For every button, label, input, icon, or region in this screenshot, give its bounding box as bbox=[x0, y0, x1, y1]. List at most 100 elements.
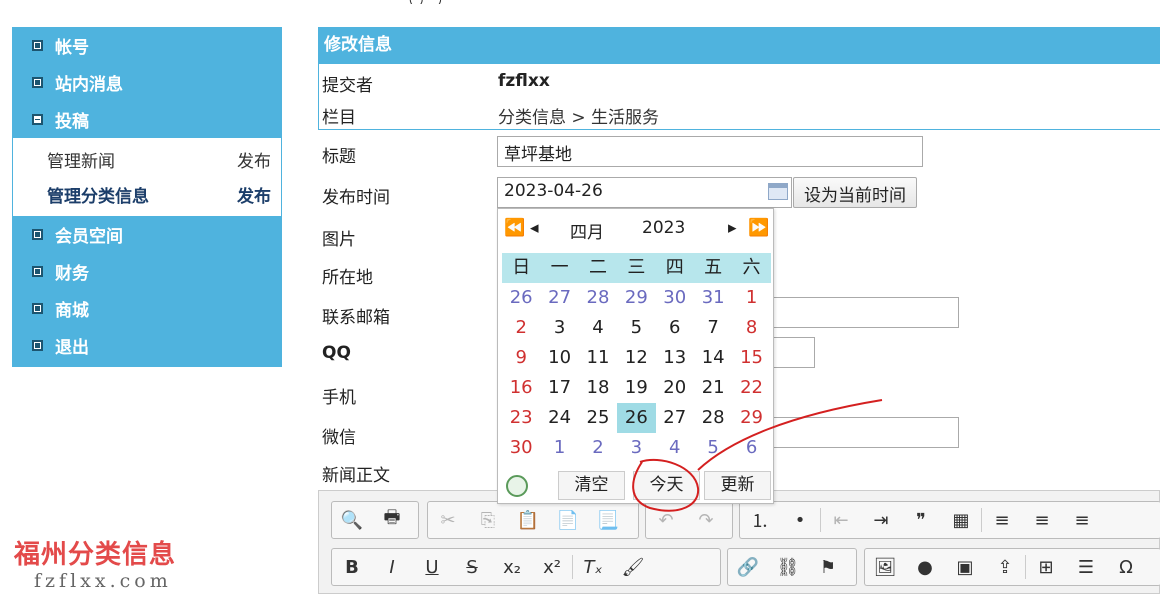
today-button[interactable]: 今天 bbox=[633, 471, 700, 500]
pubtime-input[interactable]: 2023-04-26 bbox=[497, 177, 792, 208]
calendar-day[interactable]: 12 bbox=[617, 343, 655, 373]
redo-icon[interactable]: ↷ bbox=[686, 510, 726, 531]
calendar-day[interactable]: 1 bbox=[540, 433, 578, 463]
undo-icon[interactable]: ↶ bbox=[646, 510, 686, 531]
calendar-day[interactable]: 3 bbox=[617, 433, 655, 463]
print-icon[interactable]: 🖶 bbox=[372, 505, 412, 535]
title-input[interactable]: 草坪基地 bbox=[497, 136, 923, 167]
publish-classified-link[interactable]: 发布 bbox=[237, 182, 271, 207]
calendar-day[interactable]: 3 bbox=[540, 313, 578, 343]
publish-news-link[interactable]: 发布 bbox=[237, 147, 271, 172]
calendar-icon[interactable] bbox=[768, 183, 788, 200]
wechat-input[interactable] bbox=[772, 417, 959, 448]
calendar-day[interactable]: 22 bbox=[732, 373, 770, 403]
sidebar-group-member-space[interactable]: 会员空间 bbox=[12, 216, 282, 253]
link-icon[interactable]: 🔗 bbox=[728, 557, 768, 578]
upload-icon[interactable]: ⇪ bbox=[985, 557, 1025, 578]
next-year-icon[interactable]: ⏩ bbox=[748, 218, 769, 238]
calendar-day[interactable]: 16 bbox=[502, 373, 540, 403]
prev-year-icon[interactable]: ⏪ bbox=[504, 218, 525, 238]
calendar-day[interactable]: 24 bbox=[540, 403, 578, 433]
remove-format-icon[interactable]: Tₓ bbox=[573, 557, 613, 578]
horizontal-rule-icon[interactable]: ☰ bbox=[1066, 557, 1106, 578]
image-icon[interactable]: 🖼 bbox=[865, 557, 905, 578]
calendar-day[interactable]: 19 bbox=[617, 373, 655, 403]
calendar-day[interactable]: 9 bbox=[502, 343, 540, 373]
calendar-day[interactable]: 4 bbox=[579, 313, 617, 343]
calendar-day[interactable]: 31 bbox=[694, 283, 732, 313]
set-now-button[interactable]: 设为当前时间 bbox=[793, 177, 917, 208]
calendar-day[interactable]: 15 bbox=[732, 343, 770, 373]
calendar-day[interactable]: 13 bbox=[656, 343, 694, 373]
calendar-day[interactable]: 27 bbox=[656, 403, 694, 433]
calendar-day[interactable]: 7 bbox=[694, 313, 732, 343]
flash-icon[interactable]: ● bbox=[905, 557, 945, 578]
bulleted-list-icon[interactable]: • bbox=[780, 510, 820, 531]
calendar-day[interactable]: 18 bbox=[579, 373, 617, 403]
superscript-icon[interactable]: x² bbox=[532, 557, 572, 578]
sidebar-group-messages[interactable]: 站内消息 bbox=[12, 64, 282, 101]
calendar-day[interactable]: 25 bbox=[579, 403, 617, 433]
update-button[interactable]: 更新 bbox=[704, 471, 771, 500]
preview-icon[interactable]: 🔍 bbox=[332, 510, 372, 531]
calendar-day[interactable]: 29 bbox=[732, 403, 770, 433]
manage-classified-link[interactable]: 管理分类信息 bbox=[47, 182, 149, 207]
calendar-day[interactable]: 4 bbox=[656, 433, 694, 463]
calendar-day[interactable]: 28 bbox=[694, 403, 732, 433]
unlink-icon[interactable]: ⛓ bbox=[768, 557, 808, 578]
sidebar-group-account[interactable]: 帐号 bbox=[12, 27, 282, 64]
strike-icon[interactable]: S bbox=[452, 557, 492, 578]
next-month-icon[interactable]: ▸ bbox=[728, 218, 737, 238]
calendar-day[interactable]: 27 bbox=[540, 283, 578, 313]
calendar-day[interactable]: 23 bbox=[502, 403, 540, 433]
prev-month-icon[interactable]: ◂ bbox=[530, 218, 539, 238]
calendar-day[interactable]: 5 bbox=[617, 313, 655, 343]
align-center-icon[interactable]: ≡ bbox=[1022, 510, 1062, 531]
cut-icon[interactable]: ✂ bbox=[428, 510, 468, 531]
sidebar-group-shop[interactable]: 商城 bbox=[12, 290, 282, 327]
calendar-day[interactable]: 2 bbox=[579, 433, 617, 463]
outdent-icon[interactable]: ⇤ bbox=[821, 510, 861, 531]
indent-icon[interactable]: ⇥ bbox=[861, 510, 901, 531]
table-icon[interactable]: ⊞ bbox=[1026, 557, 1066, 578]
email-input[interactable] bbox=[772, 297, 959, 328]
calendar-day[interactable]: 11 bbox=[579, 343, 617, 373]
blockquote-icon[interactable]: ❞ bbox=[901, 510, 941, 531]
selected-day[interactable]: 26 bbox=[617, 403, 656, 433]
format-painter-icon[interactable]: 🖌 bbox=[613, 557, 653, 578]
sidebar-group-submit[interactable]: 投稿 bbox=[12, 101, 282, 138]
calendar-day[interactable]: 30 bbox=[502, 433, 540, 463]
subscript-icon[interactable]: x₂ bbox=[492, 557, 532, 578]
calendar-day[interactable]: 5 bbox=[694, 433, 732, 463]
align-right-icon[interactable]: ≡ bbox=[1062, 510, 1102, 531]
div-icon[interactable]: ▦ bbox=[941, 510, 981, 531]
special-char-icon[interactable]: Ω bbox=[1106, 557, 1146, 578]
calendar-day[interactable]: 6 bbox=[732, 433, 770, 463]
calendar-day[interactable]: 21 bbox=[694, 373, 732, 403]
clock-icon[interactable] bbox=[506, 475, 528, 497]
bold-icon[interactable]: B bbox=[332, 557, 372, 578]
manage-news-link[interactable]: 管理新闻 bbox=[47, 147, 115, 172]
paste-word-icon[interactable]: 📃 bbox=[588, 510, 628, 531]
calendar-day[interactable]: 17 bbox=[540, 373, 578, 403]
calendar-day[interactable]: 8 bbox=[732, 313, 770, 343]
anchor-icon[interactable]: ⚑ bbox=[808, 557, 848, 578]
calendar-day[interactable]: 28 bbox=[579, 283, 617, 313]
calendar-day[interactable]: 20 bbox=[656, 373, 694, 403]
calendar-day[interactable]: 26 bbox=[502, 283, 540, 313]
calendar-day[interactable]: 14 bbox=[694, 343, 732, 373]
calendar-day[interactable]: 29 bbox=[617, 283, 655, 313]
paste-text-icon[interactable]: 📄 bbox=[548, 510, 588, 531]
calendar-day[interactable]: 30 bbox=[656, 283, 694, 313]
paste-icon[interactable]: 📋 bbox=[508, 510, 548, 531]
clear-button[interactable]: 清空 bbox=[558, 471, 625, 500]
sidebar-group-finance[interactable]: 财务 bbox=[12, 253, 282, 290]
align-left-icon[interactable]: ≡ bbox=[982, 510, 1022, 531]
italic-icon[interactable]: I bbox=[372, 557, 412, 578]
calendar-day[interactable]: 6 bbox=[656, 313, 694, 343]
copy-icon[interactable]: ⎘ bbox=[468, 510, 508, 531]
calendar-day[interactable]: 10 bbox=[540, 343, 578, 373]
calendar-day[interactable]: 2 bbox=[502, 313, 540, 343]
qq-input[interactable] bbox=[772, 337, 815, 368]
media-icon[interactable]: ▣ bbox=[945, 557, 985, 578]
